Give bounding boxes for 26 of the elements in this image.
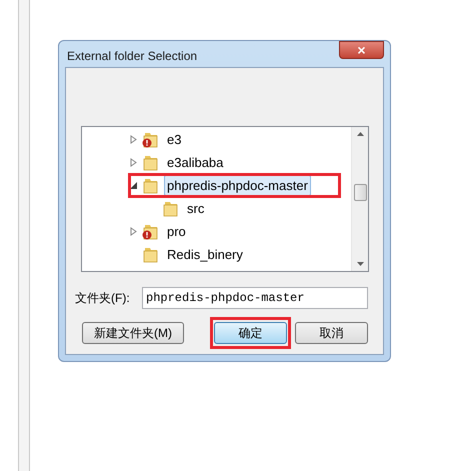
dialog-button[interactable]: 取消 — [295, 322, 368, 344]
expand-arrow-icon[interactable] — [130, 135, 138, 144]
folder-icon — [142, 178, 160, 194]
warning-folder-icon — [142, 132, 160, 148]
scroll-down-icon[interactable] — [356, 262, 364, 266]
expand-arrow-icon[interactable] — [130, 227, 138, 236]
folder-icon — [162, 200, 180, 216]
dialog-button[interactable]: 新建文件夹(M) — [82, 322, 184, 344]
folder-label: 文件夹(F): — [75, 290, 131, 307]
folder-name[interactable]: e3 — [164, 128, 184, 150]
folder-name[interactable]: src — [184, 198, 208, 220]
folder-icon — [142, 246, 160, 262]
folder-icon — [142, 154, 160, 170]
folder-name[interactable]: pro — [164, 220, 189, 242]
folder-input[interactable]: phpredis-phpdoc-master — [142, 287, 368, 309]
expand-arrow-icon[interactable] — [130, 158, 138, 167]
collapse-arrow-icon[interactable] — [130, 181, 138, 190]
scroll-thumb[interactable] — [354, 184, 367, 201]
warning-folder-icon — [142, 224, 160, 240]
window-title: External folder Selection — [67, 48, 198, 65]
scrollbar[interactable] — [351, 127, 368, 271]
folder-name[interactable]: Redis_binery — [164, 244, 246, 266]
dialog-button[interactable]: 确定 — [214, 322, 287, 344]
close-button[interactable]: × — [339, 41, 384, 59]
scroll-up-icon[interactable] — [356, 132, 364, 136]
folder-name[interactable]: e3alibaba — [164, 152, 226, 174]
